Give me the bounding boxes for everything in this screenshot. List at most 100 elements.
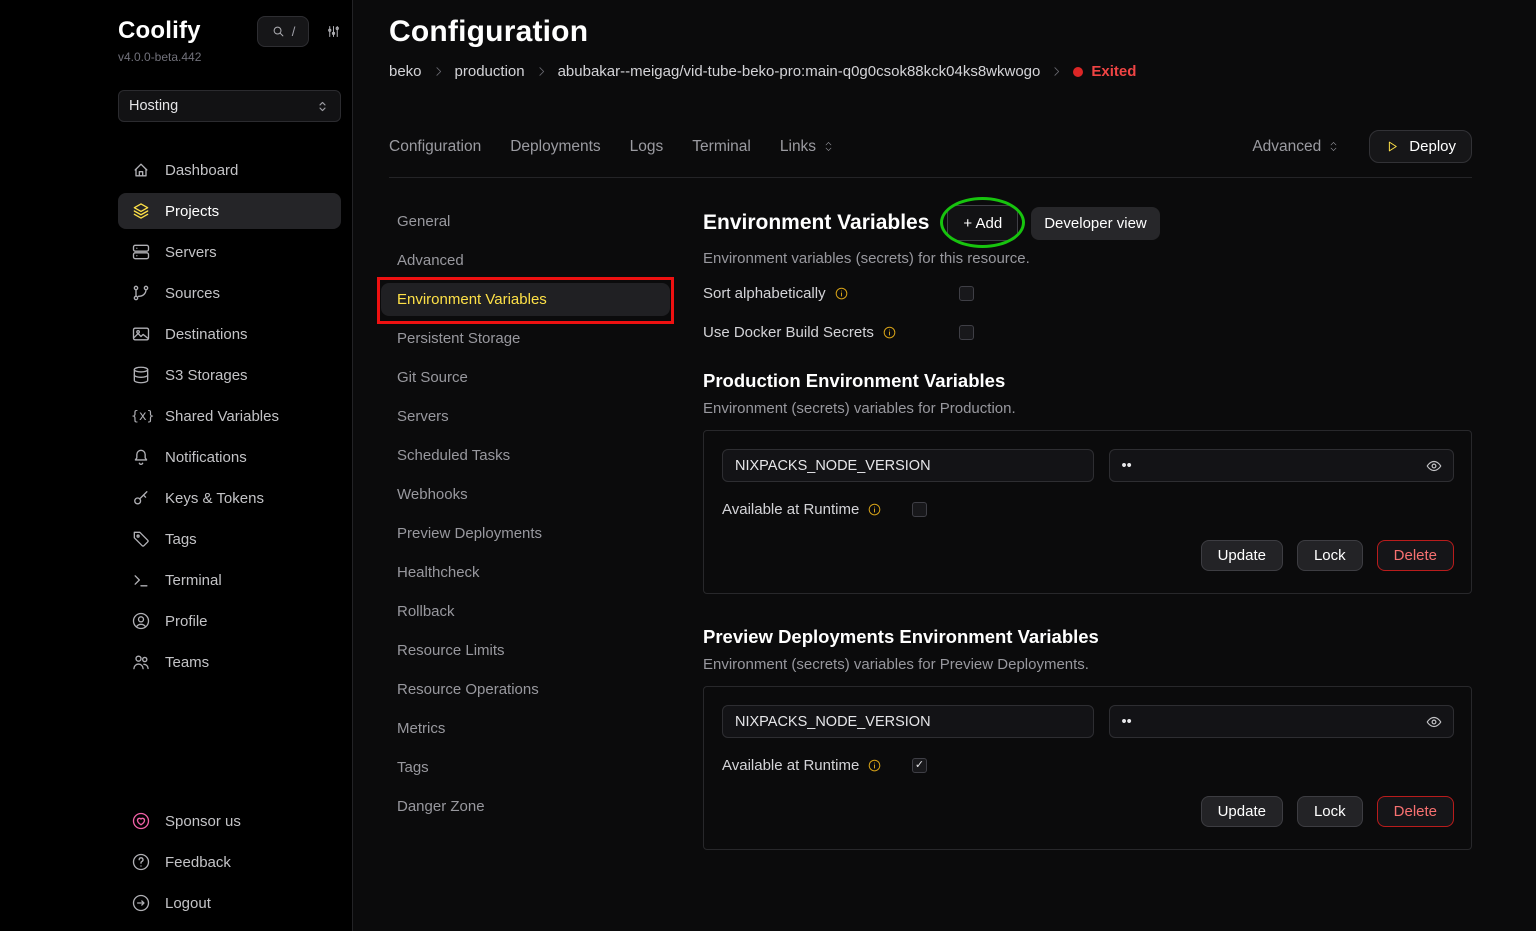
delete-button[interactable]: Delete bbox=[1377, 796, 1454, 827]
env-value-input[interactable] bbox=[1109, 705, 1455, 738]
team-select[interactable]: Hosting bbox=[118, 90, 341, 122]
sidebar-item-label: S3 Storages bbox=[165, 367, 248, 384]
status-text: Exited bbox=[1091, 63, 1136, 80]
sidebar-item-shared-variables[interactable]: Shared Variables bbox=[118, 398, 341, 434]
sidebar-item-projects[interactable]: Projects bbox=[118, 193, 341, 229]
chevron-up-down-icon bbox=[821, 139, 836, 154]
sidebar-item-notifications[interactable]: Notifications bbox=[118, 439, 341, 475]
destination-icon bbox=[131, 324, 151, 344]
env-value-input[interactable] bbox=[1109, 449, 1455, 482]
reveal-secret-button[interactable] bbox=[1425, 457, 1443, 475]
breadcrumb-project[interactable]: beko bbox=[389, 63, 422, 80]
layers-icon bbox=[131, 201, 151, 221]
update-button[interactable]: Update bbox=[1201, 796, 1283, 827]
sort-alphabetically-label: Sort alphabetically bbox=[703, 285, 826, 302]
braces-x-icon bbox=[131, 409, 151, 424]
page-title: Configuration bbox=[389, 14, 1472, 50]
filter-button[interactable] bbox=[326, 24, 341, 39]
delete-button[interactable]: Delete bbox=[1377, 540, 1454, 571]
sidebar: Coolify / v4.0.0-beta.442 Hosting Dashbo… bbox=[0, 0, 353, 931]
tab-deployments[interactable]: Deployments bbox=[510, 138, 600, 156]
tab-links-label: Links bbox=[780, 138, 816, 156]
available-at-runtime-checkbox[interactable]: ✓ bbox=[912, 758, 927, 773]
play-icon bbox=[1385, 139, 1400, 154]
env-name-input[interactable] bbox=[722, 705, 1094, 738]
subnav-scheduled-tasks[interactable]: Scheduled Tasks bbox=[381, 439, 703, 472]
sidebar-item-label: Logout bbox=[165, 895, 211, 912]
subnav-tags[interactable]: Tags bbox=[381, 751, 703, 784]
sidebar-item-label: Keys & Tokens bbox=[165, 490, 264, 507]
breadcrumb-environment[interactable]: production bbox=[455, 63, 525, 80]
sidebar-item-servers[interactable]: Servers bbox=[118, 234, 341, 270]
docker-build-secrets-label: Use Docker Build Secrets bbox=[703, 324, 874, 341]
subnav-webhooks[interactable]: Webhooks bbox=[381, 478, 703, 511]
lock-button[interactable]: Lock bbox=[1297, 540, 1363, 571]
update-button[interactable]: Update bbox=[1201, 540, 1283, 571]
sidebar-item-s3-storages[interactable]: S3 Storages bbox=[118, 357, 341, 393]
info-icon bbox=[882, 325, 897, 340]
sidebar-item-logout[interactable]: Logout bbox=[118, 885, 341, 921]
subnav-general[interactable]: General bbox=[381, 205, 703, 238]
env-variables-panel: Environment Variables + Add Developer vi… bbox=[703, 205, 1472, 850]
sidebar-item-profile[interactable]: Profile bbox=[118, 603, 341, 639]
developer-view-button[interactable]: Developer view bbox=[1031, 207, 1160, 240]
logo-row: Coolify / bbox=[118, 14, 341, 48]
subnav-resource-operations[interactable]: Resource Operations bbox=[381, 673, 703, 706]
sidebar-item-label: Feedback bbox=[165, 854, 231, 871]
sidebar-item-label: Teams bbox=[165, 654, 209, 671]
sidebar-item-label: Sponsor us bbox=[165, 813, 241, 830]
subnav-servers[interactable]: Servers bbox=[381, 400, 703, 433]
subnav-danger-zone[interactable]: Danger Zone bbox=[381, 790, 703, 823]
lock-button[interactable]: Lock bbox=[1297, 796, 1363, 827]
subnav-git-source[interactable]: Git Source bbox=[381, 361, 703, 394]
subnav-metrics[interactable]: Metrics bbox=[381, 712, 703, 745]
database-icon bbox=[131, 365, 151, 385]
sidebar-item-dashboard[interactable]: Dashboard bbox=[118, 152, 341, 188]
git-source-icon bbox=[131, 283, 151, 303]
env-variables-title: Environment Variables bbox=[703, 211, 929, 235]
sidebar-item-sources[interactable]: Sources bbox=[118, 275, 341, 311]
tab-links[interactable]: Links bbox=[780, 138, 836, 156]
sidebar-item-tags[interactable]: Tags bbox=[118, 521, 341, 557]
tab-terminal[interactable]: Terminal bbox=[692, 138, 751, 156]
production-section-title: Production Environment Variables bbox=[703, 370, 1472, 392]
deploy-button[interactable]: Deploy bbox=[1369, 130, 1472, 163]
main-content: Configuration beko production abubakar--… bbox=[354, 0, 1536, 931]
subnav-preview-deployments[interactable]: Preview Deployments bbox=[381, 517, 703, 550]
sidebar-item-keys-tokens[interactable]: Keys & Tokens bbox=[118, 480, 341, 516]
config-subnav: General Advanced Environment Variables P… bbox=[381, 205, 703, 850]
users-icon bbox=[131, 652, 151, 672]
sidebar-item-label: Notifications bbox=[165, 449, 247, 466]
subnav-resource-limits[interactable]: Resource Limits bbox=[381, 634, 703, 667]
available-at-runtime-row: Available at Runtime ✓ bbox=[722, 755, 1454, 775]
advanced-menu[interactable]: Advanced bbox=[1252, 138, 1341, 156]
sliders-icon bbox=[326, 24, 341, 39]
sidebar-item-terminal[interactable]: Terminal bbox=[118, 562, 341, 598]
sidebar-item-sponsor[interactable]: Sponsor us bbox=[118, 803, 341, 839]
available-at-runtime-checkbox[interactable] bbox=[912, 502, 927, 517]
add-env-variable-button[interactable]: + Add bbox=[947, 205, 1018, 241]
status-dot-icon bbox=[1073, 67, 1083, 77]
chevron-right-icon bbox=[535, 65, 548, 78]
preview-section-title: Preview Deployments Environment Variable… bbox=[703, 626, 1472, 648]
info-icon bbox=[867, 502, 882, 517]
server-icon bbox=[131, 242, 151, 262]
subnav-persistent-storage[interactable]: Persistent Storage bbox=[381, 322, 703, 355]
subnav-healthcheck[interactable]: Healthcheck bbox=[381, 556, 703, 589]
sidebar-item-destinations[interactable]: Destinations bbox=[118, 316, 341, 352]
tab-configuration[interactable]: Configuration bbox=[389, 138, 481, 156]
subnav-environment-variables[interactable]: Environment Variables bbox=[381, 283, 670, 316]
sidebar-item-label: Projects bbox=[165, 203, 219, 220]
sidebar-item-teams[interactable]: Teams bbox=[118, 644, 341, 680]
sidebar-item-feedback[interactable]: Feedback bbox=[118, 844, 341, 880]
subnav-rollback[interactable]: Rollback bbox=[381, 595, 703, 628]
subnav-advanced[interactable]: Advanced bbox=[381, 244, 703, 277]
env-name-input[interactable] bbox=[722, 449, 1094, 482]
search-button[interactable]: / bbox=[257, 16, 309, 47]
docker-build-secrets-checkbox[interactable] bbox=[959, 325, 974, 340]
info-icon bbox=[867, 758, 882, 773]
reveal-secret-button[interactable] bbox=[1425, 713, 1443, 731]
sort-alphabetically-checkbox[interactable] bbox=[959, 286, 974, 301]
tab-logs[interactable]: Logs bbox=[630, 138, 664, 156]
search-icon bbox=[271, 24, 286, 39]
